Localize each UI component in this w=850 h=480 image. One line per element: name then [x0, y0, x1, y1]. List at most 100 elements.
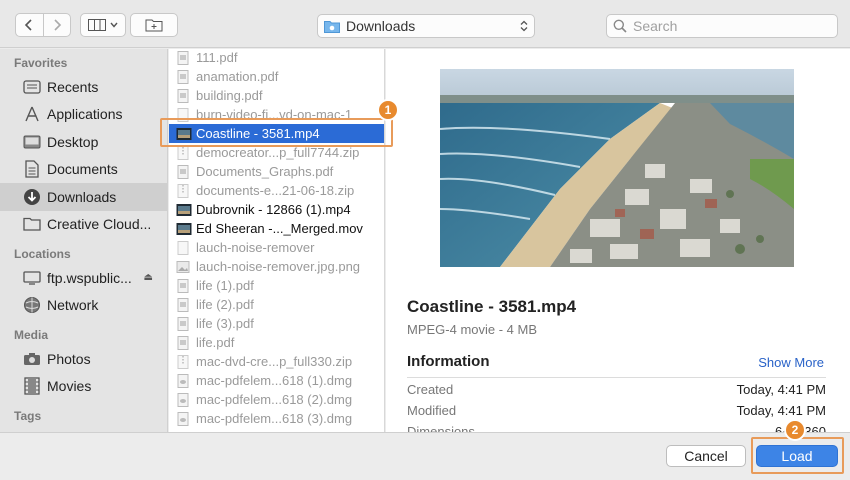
info-label: Created — [407, 382, 454, 397]
view-mode-button[interactable] — [80, 13, 126, 37]
up-down-chevron-icon — [520, 20, 528, 32]
info-value: Today, 4:41 PM — [736, 403, 826, 418]
file-name: democreator...p_full7744.zip — [196, 145, 360, 160]
sidebar-heading-tags: Tags — [14, 409, 42, 423]
toolbar: Downloads — [0, 0, 850, 48]
file-row[interactable]: mac-dvd-cre...p_full330.zip — [169, 352, 384, 371]
file-name: lauch-noise-remover — [196, 240, 315, 255]
eject-icon[interactable]: ⏏ — [144, 272, 153, 283]
sidebar-item-ftp-server[interactable]: ftp.wspublic... ⏏ — [0, 264, 167, 292]
info-row-modified: Modified Today, 4:41 PM — [407, 403, 826, 423]
sidebar-item-label: Desktop — [47, 133, 99, 150]
file-row[interactable]: mac-pdfelem...618 (3).dmg — [169, 409, 384, 428]
pdf-file-icon — [176, 88, 190, 103]
file-name: mac-pdfelem...618 (2).dmg — [196, 392, 353, 407]
pdf-file-icon — [176, 69, 190, 84]
info-value: Today, 4:41 PM — [736, 382, 826, 397]
search-input[interactable] — [633, 18, 823, 34]
file-name: anamation.pdf — [196, 69, 279, 84]
file-row[interactable]: building.pdf — [169, 86, 384, 105]
zip-file-icon — [176, 354, 190, 369]
file-row[interactable]: Dubrovnik - 12866 (1).mp4 — [169, 200, 384, 219]
file-name: life (3).pdf — [196, 316, 254, 331]
sidebar-item-label: Movies — [47, 378, 92, 395]
forward-button[interactable] — [44, 14, 71, 36]
sidebar-item-desktop[interactable]: Desktop — [0, 128, 167, 156]
new-folder-icon — [145, 19, 163, 32]
chevron-right-icon — [54, 19, 61, 31]
sidebar-item-photos[interactable]: Photos — [0, 345, 167, 373]
file-name: life.pdf — [196, 335, 235, 350]
file-row[interactable]: 111.pdf — [169, 49, 384, 67]
file-row[interactable]: documents-e...21-06-18.zip — [169, 181, 384, 200]
file-row[interactable]: mac-pdfelem...618 (1).dmg — [169, 371, 384, 390]
file-row[interactable]: life (2).pdf — [169, 295, 384, 314]
info-row-created: Created Today, 4:41 PM — [407, 382, 826, 402]
zip-file-icon — [176, 145, 190, 160]
back-button[interactable] — [16, 14, 44, 36]
film-icon — [22, 376, 42, 396]
sidebar: Favorites Recents Applications Desktop D… — [0, 49, 168, 432]
sidebar-item-recents[interactable]: Recents — [0, 73, 167, 101]
camera-icon — [22, 349, 42, 369]
file-row[interactable]: lauch-noise-remover.jpg.png — [169, 257, 384, 276]
back-forward-control — [15, 13, 71, 37]
file-row[interactable]: life (3).pdf — [169, 314, 384, 333]
sidebar-item-label: Downloads — [47, 188, 117, 205]
location-label: Downloads — [346, 18, 416, 34]
sidebar-item-movies[interactable]: Movies — [0, 373, 167, 401]
annotation-badge-1: 1 — [377, 99, 399, 121]
show-more-link[interactable]: Show More — [758, 355, 824, 370]
file-row[interactable]: life.pdf — [169, 333, 384, 352]
sidebar-item-label: Recents — [47, 78, 99, 95]
bottom-bar: Cancel Load — [0, 432, 850, 480]
network-icon — [22, 295, 42, 315]
cancel-button[interactable]: Cancel — [666, 445, 746, 467]
sidebar-item-downloads[interactable]: Downloads — [0, 183, 167, 211]
annotation-highlight-load — [751, 437, 844, 474]
sidebar-item-label: ftp.wspublic... — [47, 269, 132, 286]
sidebar-heading-favorites: Favorites — [14, 56, 68, 70]
pdf-file-icon — [176, 316, 190, 331]
file-row[interactable]: anamation.pdf — [169, 67, 384, 86]
recents-icon — [22, 77, 42, 97]
sidebar-item-network[interactable]: Network — [0, 292, 167, 320]
file-row[interactable]: lauch-noise-remover — [169, 238, 384, 257]
file-list: 111.pdf anamation.pdf building.pdf burn-vid… — [169, 49, 385, 432]
file-name: Documents_Graphs.pdf — [196, 164, 334, 179]
sidebar-item-label: Creative Cloud... — [47, 216, 152, 233]
file-name: Dubrovnik - 12866 (1).mp4 — [196, 202, 351, 217]
video-file-icon — [176, 203, 192, 217]
search-field[interactable] — [606, 14, 838, 38]
pdf-file-icon — [176, 278, 190, 293]
document-file-icon — [176, 240, 190, 255]
sidebar-item-creative-cloud[interactable]: Creative Cloud... — [0, 211, 167, 239]
search-icon — [613, 19, 627, 33]
sidebar-heading-locations: Locations — [14, 247, 71, 261]
new-folder-button[interactable] — [130, 13, 178, 37]
video-file-icon — [176, 222, 192, 236]
file-name: life (1).pdf — [196, 278, 254, 293]
sidebar-heading-media: Media — [14, 328, 49, 342]
file-row[interactable]: life (1).pdf — [169, 276, 384, 295]
file-row[interactable]: Ed Sheeran -..._Merged.mov — [169, 219, 384, 238]
columns-view-icon — [88, 19, 106, 31]
file-name: documents-e...21-06-18.zip — [196, 183, 355, 198]
annotation-badge-2: 2 — [784, 419, 806, 441]
file-row[interactable]: Documents_Graphs.pdf — [169, 162, 384, 181]
file-row[interactable]: mac-pdfelem...618 (2).dmg — [169, 390, 384, 409]
file-name: building.pdf — [196, 88, 263, 103]
preview-subtitle: MPEG-4 movie - 4 MB — [407, 322, 538, 337]
location-dropdown[interactable]: Downloads — [317, 14, 535, 38]
server-icon — [22, 268, 42, 288]
sidebar-item-label: Network — [47, 297, 99, 314]
folder-icon — [22, 214, 42, 234]
file-name: life (2).pdf — [196, 297, 254, 312]
sidebar-item-applications[interactable]: Applications — [0, 101, 167, 129]
disk-image-icon — [176, 373, 190, 388]
sidebar-item-documents[interactable]: Documents — [0, 156, 167, 184]
sidebar-item-label: Photos — [47, 350, 91, 367]
file-name: Ed Sheeran -..._Merged.mov — [196, 221, 363, 236]
info-label: Modified — [407, 403, 457, 418]
info-label: Dimensions — [407, 424, 475, 432]
